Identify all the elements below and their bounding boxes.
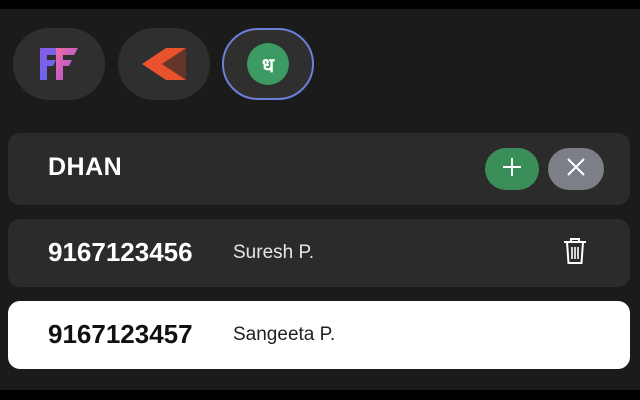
account-number: 9167123456 [48,237,193,267]
close-button[interactable] [548,148,604,190]
kotak-logo-icon [136,46,192,82]
fyers-logo-icon [36,44,82,84]
account-holder-name: Suresh P. [233,242,314,263]
account-holder-name: Sangeeta P. [233,324,336,345]
account-row-selected[interactable]: 9167123457 Sangeeta P. [8,301,630,369]
broker-tab-kotak[interactable] [118,28,210,100]
app-root: ध DHAN 9167123456 Suresh P. 9167123457 S… [0,9,640,390]
account-number: 9167123457 [48,319,193,349]
broker-tab-dhan[interactable]: ध [222,28,314,100]
broker-title: DHAN [48,153,123,181]
trash-icon [562,236,588,271]
add-account-button[interactable] [485,148,539,190]
dhan-logo-icon: ध [247,43,289,85]
delete-account-button[interactable] [559,236,591,270]
broker-tab-fyers[interactable] [13,28,105,100]
close-icon [565,156,587,183]
broker-header-card: DHAN [8,133,630,205]
plus-icon [501,156,523,183]
account-row[interactable]: 9167123456 Suresh P. [8,219,630,287]
